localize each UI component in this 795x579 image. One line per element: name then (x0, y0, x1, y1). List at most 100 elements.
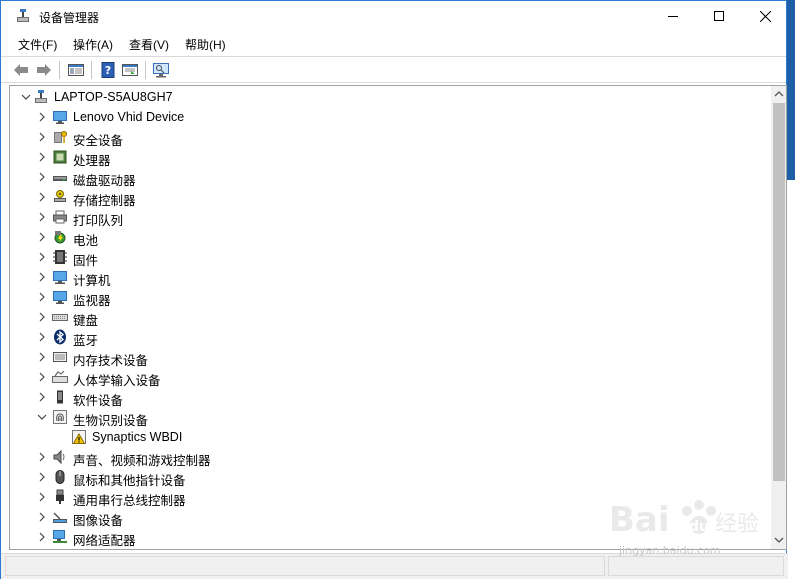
chevron-right-icon[interactable] (36, 211, 48, 223)
chevron-right-icon[interactable] (36, 531, 48, 543)
device-tree: LAPTOP-S5AU8GH7 Lenovo Vhid Device 安全设备 … (9, 85, 787, 550)
storage-controller-icon (52, 189, 68, 205)
network-icon (52, 529, 68, 545)
tree-item[interactable]: 处理器 (10, 147, 770, 168)
tree-item[interactable]: 键盘 (10, 307, 770, 328)
svg-text:du: du (689, 519, 709, 535)
chevron-right-icon[interactable] (36, 171, 48, 183)
menu-bar: 文件(F) 操作(A) 查看(V) 帮助(H) (1, 33, 786, 54)
scroll-thumb[interactable] (773, 103, 785, 481)
toolbar-separator (91, 61, 92, 79)
bluetooth-icon (52, 329, 68, 345)
chevron-right-icon[interactable] (36, 271, 48, 283)
device-manager-window: 设备管理器 文件(F) 操作(A) 查看(V) 帮助(H) ? LAPTOP-S… (0, 0, 788, 579)
toolbar: ? (1, 56, 786, 83)
tree-child-item[interactable]: Synaptics WBDI (10, 427, 770, 447)
monitor-icon (52, 289, 68, 305)
chevron-right-icon[interactable] (36, 251, 48, 263)
help-button[interactable]: ? (99, 61, 117, 79)
svg-text:Bai: Bai (609, 500, 670, 540)
tree-item[interactable]: 人体学输入设备 (10, 367, 770, 388)
vertical-scrollbar[interactable] (771, 86, 786, 549)
forward-button[interactable] (35, 61, 53, 79)
chevron-down-icon[interactable] (36, 411, 48, 423)
chevron-right-icon[interactable] (36, 131, 48, 143)
menu-file[interactable]: 文件(F) (18, 36, 57, 53)
tree-item[interactable]: 固件 (10, 247, 770, 268)
disk-drive-icon (52, 169, 68, 185)
scroll-down-button[interactable] (771, 532, 786, 548)
menu-help[interactable]: 帮助(H) (185, 36, 226, 53)
tree-item[interactable]: 磁盘驱动器 (10, 167, 770, 188)
chevron-right-icon[interactable] (36, 111, 48, 123)
chevron-right-icon[interactable] (36, 191, 48, 203)
chevron-right-icon[interactable] (36, 231, 48, 243)
desktop-background (787, 180, 795, 579)
minimize-button[interactable] (650, 1, 696, 31)
close-icon (759, 10, 771, 22)
minimize-icon (668, 16, 678, 17)
chevron-right-icon[interactable] (36, 391, 48, 403)
close-button[interactable] (742, 1, 788, 31)
tree-child-label: Synaptics WBDI (92, 430, 183, 444)
chevron-right-icon[interactable] (36, 371, 48, 383)
mouse-icon (52, 469, 68, 485)
tree-item[interactable]: 软件设备 (10, 387, 770, 408)
printer-icon (52, 209, 68, 225)
show-hide-console-tree-button[interactable] (67, 61, 85, 79)
chevron-right-icon[interactable] (36, 351, 48, 363)
svg-text:?: ? (105, 64, 111, 77)
chevron-right-icon[interactable] (36, 511, 48, 523)
tree-item[interactable]: 计算机 (10, 267, 770, 288)
tree-item[interactable]: 打印队列 (10, 207, 770, 228)
maximize-icon (714, 11, 724, 21)
chevron-right-icon[interactable] (36, 151, 48, 163)
chevron-right-icon[interactable] (36, 291, 48, 303)
toolbar-separator (145, 61, 146, 79)
fingerprint-icon (52, 409, 68, 425)
tree-item[interactable]: 存储控制器 (10, 187, 770, 208)
menu-action[interactable]: 操作(A) (73, 36, 113, 53)
scroll-down-arrow-icon (774, 537, 784, 543)
maximize-button[interactable] (696, 1, 742, 31)
chevron-right-icon[interactable] (36, 331, 48, 343)
speaker-icon (52, 449, 68, 465)
status-segment (608, 556, 784, 576)
firmware-icon (52, 249, 68, 265)
tree-item-label: 网络适配器 (73, 534, 136, 548)
chevron-right-icon[interactable] (36, 491, 48, 503)
monitor-icon (52, 109, 68, 125)
tree-item[interactable]: Lenovo Vhid Device (10, 107, 770, 127)
chevron-right-icon[interactable] (36, 311, 48, 323)
tree-item[interactable]: 声音、视频和游戏控制器 (10, 447, 770, 468)
tree-item[interactable]: 安全设备 (10, 127, 770, 148)
forward-arrow-icon (37, 64, 51, 76)
tree-root-label: LAPTOP-S5AU8GH7 (54, 90, 173, 104)
chevron-down-icon[interactable] (20, 91, 32, 103)
properties-icon (122, 64, 138, 76)
scan-monitor-icon (153, 63, 169, 78)
usb-icon (52, 489, 68, 505)
chevron-right-icon[interactable] (36, 471, 48, 483)
menu-view[interactable]: 查看(V) (129, 36, 169, 53)
back-button[interactable] (12, 61, 30, 79)
scan-hardware-changes-button[interactable] (152, 61, 170, 79)
chevron-right-icon[interactable] (36, 451, 48, 463)
tree-item[interactable]: 电池 (10, 227, 770, 248)
toolbar-separator (59, 61, 60, 79)
tree-item[interactable]: 监视器 (10, 287, 770, 308)
tree-item[interactable]: 鼠标和其他指针设备 (10, 467, 770, 488)
tree-item[interactable]: 内存技术设备 (10, 347, 770, 368)
properties-button[interactable] (121, 61, 139, 79)
tree-root-row[interactable]: LAPTOP-S5AU8GH7 (10, 87, 770, 107)
computer-icon (52, 269, 68, 285)
scroll-up-button[interactable] (771, 86, 786, 102)
hid-icon (52, 369, 68, 385)
tree-item[interactable]: 蓝牙 (10, 327, 770, 348)
tree-item-label: Lenovo Vhid Device (73, 110, 185, 124)
help-book-icon: ? (101, 62, 115, 78)
security-key-icon (52, 129, 68, 145)
warning-icon (71, 429, 87, 445)
tree-item-expanded[interactable]: 生物识别设备 (10, 407, 770, 428)
status-segment (5, 556, 605, 576)
